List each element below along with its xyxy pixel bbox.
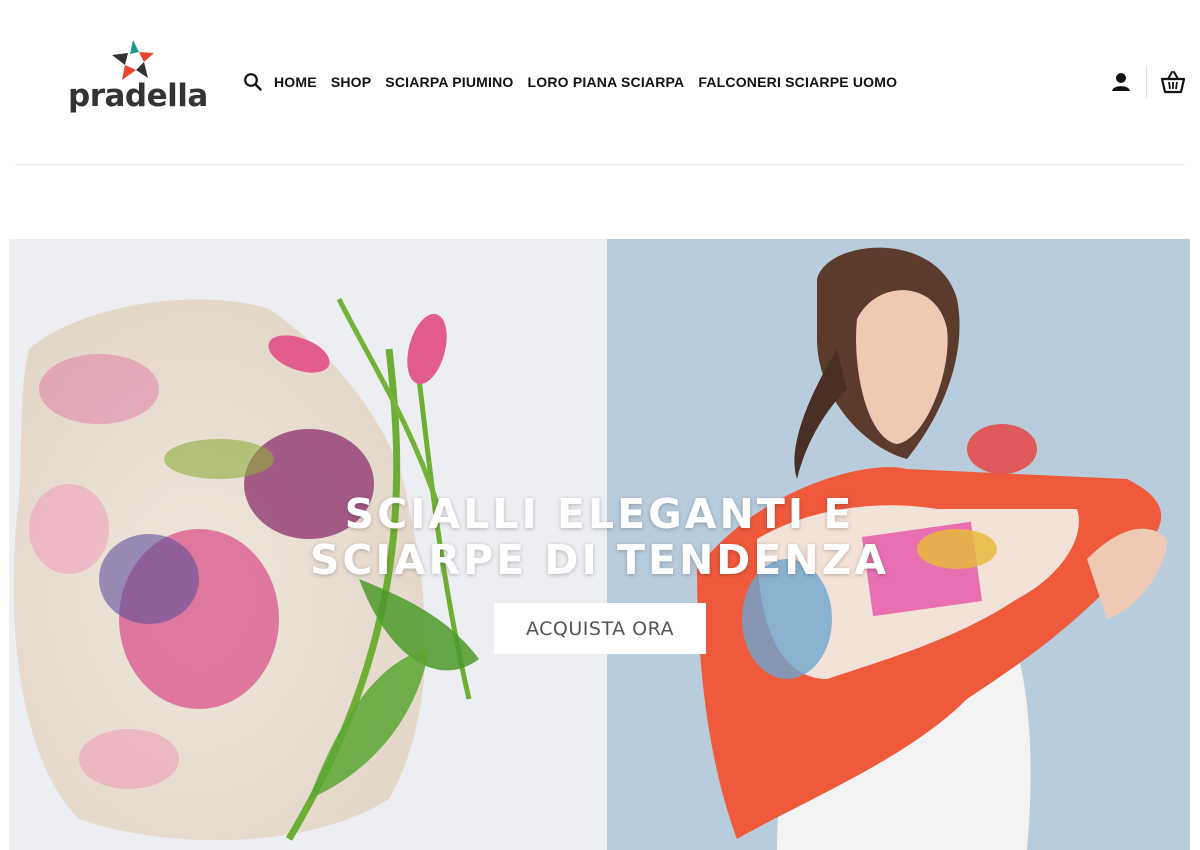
header-divider (1146, 66, 1147, 98)
nav-item-sciarpa-piumino[interactable]: SCIARPA PIUMINO (385, 72, 513, 92)
hero-title-line-2: SCIARPE DI TENDENZA (309, 536, 890, 584)
user-icon[interactable] (1110, 71, 1132, 93)
nav-item-loro-piana-sciarpa[interactable]: LORO PIANA SCIARPA (528, 72, 685, 92)
search-icon[interactable] (243, 72, 263, 92)
logo[interactable]: pradella (66, 38, 208, 122)
header-divider-line (15, 164, 1185, 165)
nav-item-falconeri-sciarpe-uomo[interactable]: FALCONERI SCIARPE UOMO (698, 72, 897, 92)
site-header: pradella HOME SHOP SCIARPA PIUMINO LORO … (0, 0, 1200, 165)
nav-item-shop[interactable]: SHOP (331, 72, 371, 92)
hero-title-line-1: SCIALLI ELEGANTI E (344, 490, 855, 538)
nav-item-home[interactable]: HOME (274, 72, 317, 92)
basket-icon[interactable] (1160, 70, 1186, 94)
shop-now-button[interactable]: ACQUISTA ORA (494, 603, 706, 654)
logo-text: pradella (68, 78, 208, 114)
hero-title: SCIALLI ELEGANTI E SCIARPE DI TENDENZA (9, 491, 1190, 583)
hero-banner: SCIALLI ELEGANTI E SCIARPE DI TENDENZA A… (9, 239, 1190, 850)
main-nav: HOME SHOP SCIARPA PIUMINO LORO PIANA SCI… (274, 72, 897, 92)
